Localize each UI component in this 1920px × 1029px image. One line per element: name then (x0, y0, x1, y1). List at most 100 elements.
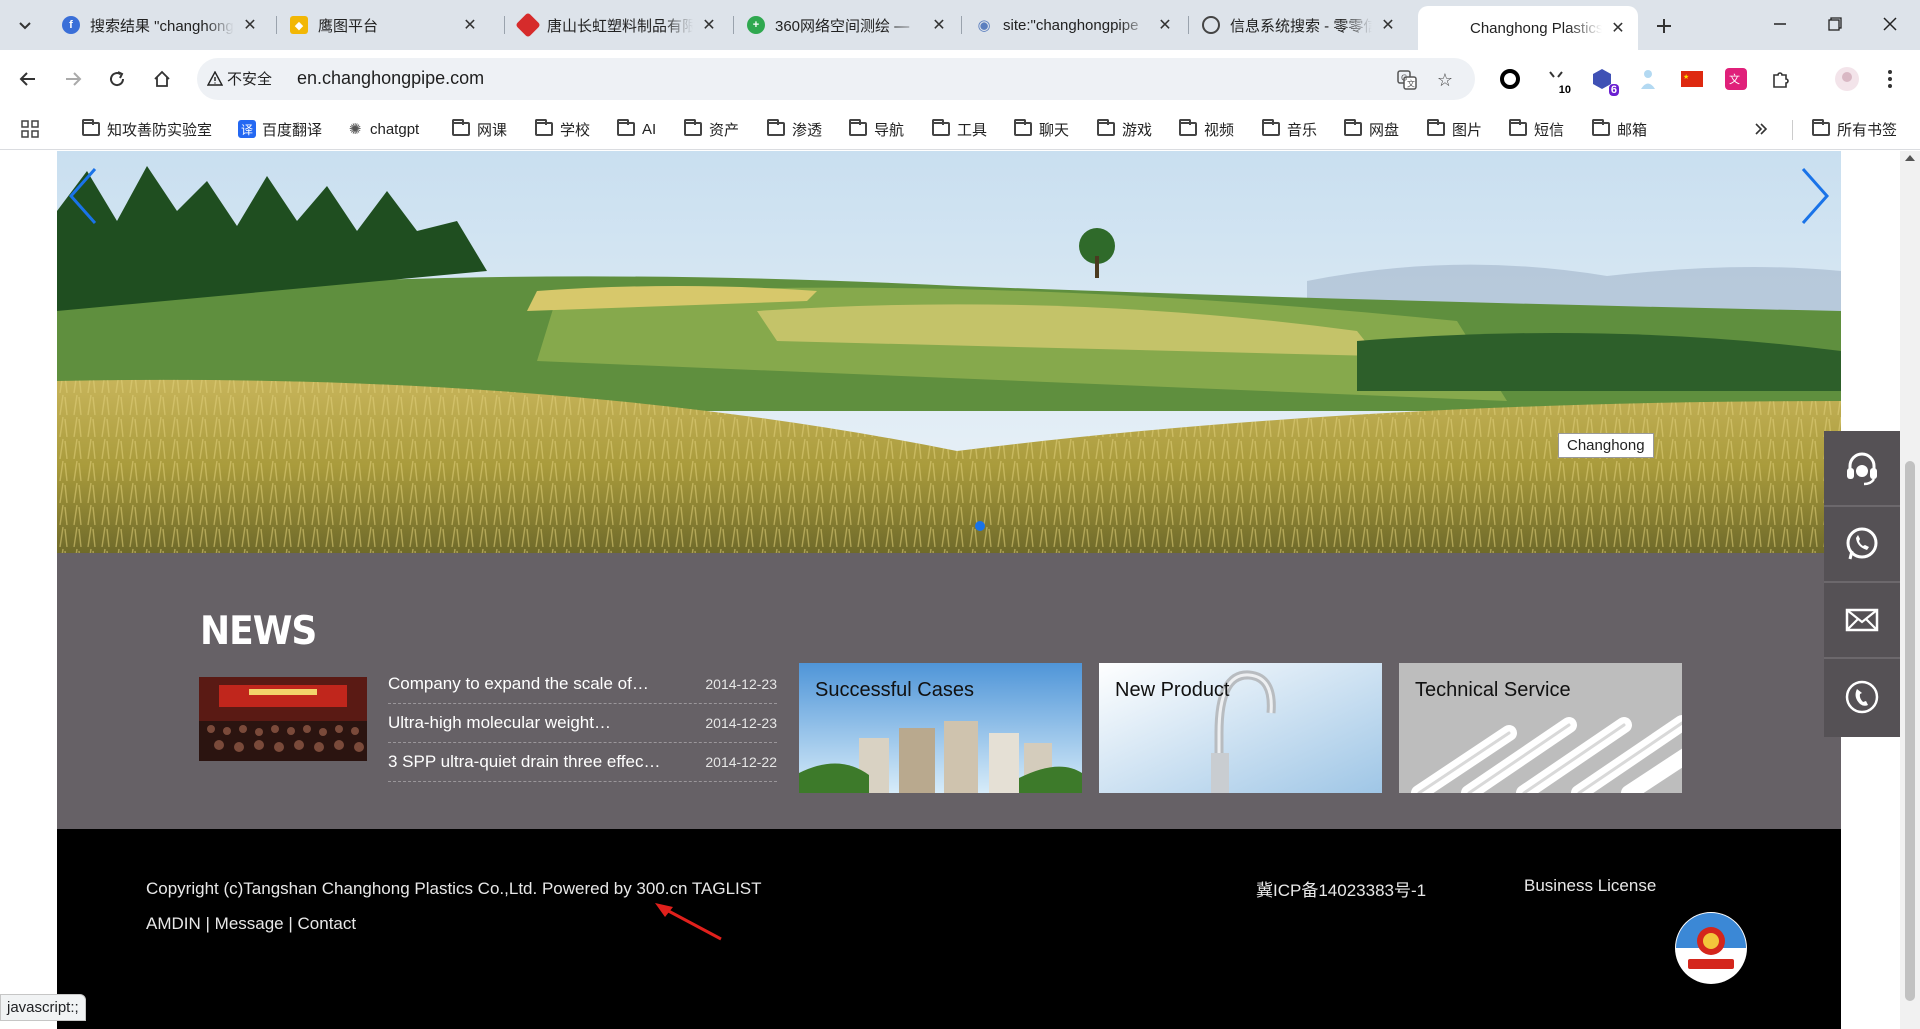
footer-link-admin[interactable]: AMDIN (146, 914, 201, 933)
browser-tab[interactable]: ◆ 鹰图平台 ✕ (278, 6, 490, 44)
folder-icon (535, 119, 553, 136)
tab-separator (504, 16, 505, 34)
browser-tab[interactable]: 信息系统搜索 - 零零信安 ✕ (1190, 6, 1408, 44)
bookmark-item[interactable]: AI (617, 116, 656, 142)
bookmark-item[interactable]: 网盘 (1344, 116, 1399, 142)
tab-search-button[interactable] (12, 12, 38, 38)
scrollbar-thumb[interactable] (1905, 461, 1915, 1001)
translate-extension-icon[interactable]: 文 (1723, 66, 1749, 92)
browser-menu-button[interactable] (1877, 66, 1903, 92)
news-title[interactable]: 3 SPP ultra-quiet drain three effec… (388, 752, 660, 772)
bookmark-label: 音乐 (1287, 121, 1318, 139)
business-license-link[interactable]: Business License (1524, 876, 1656, 896)
news-date: 2014-12-23 (705, 676, 777, 692)
bookmark-item[interactable]: 游戏 (1097, 116, 1152, 142)
bookmark-item[interactable]: 聊天 (1014, 116, 1069, 142)
home-button[interactable] (147, 64, 177, 94)
tab-close-icon[interactable]: ✕ (240, 15, 260, 35)
bookmark-label: 短信 (1534, 121, 1565, 139)
email-button[interactable] (1824, 583, 1900, 659)
bookmark-item[interactable]: 邮箱 (1592, 116, 1647, 142)
security-indicator[interactable]: 不安全 (207, 68, 272, 89)
bookmark-item[interactable]: ✺ chatgpt (346, 116, 420, 142)
news-item[interactable]: 3 SPP ultra-quiet drain three effec… 201… (388, 743, 777, 782)
address-bar[interactable]: 不安全 en.changhongpipe.com G文 ☆ (197, 58, 1475, 100)
bookmark-item[interactable]: 图片 (1427, 116, 1482, 142)
bookmarks-overflow-button[interactable] (1754, 116, 1768, 142)
phone-button[interactable] (1824, 659, 1900, 735)
browser-tab[interactable]: f 搜索结果 "changhong ✕ (50, 6, 270, 44)
bookmark-star-icon[interactable]: ☆ (1433, 68, 1457, 92)
news-item[interactable]: Company to expand the scale of… 2014-12-… (388, 665, 777, 704)
banner-next-arrow-icon[interactable] (1793, 161, 1833, 231)
bookmark-label: 知攻善防实验室 (107, 121, 213, 139)
page-scrollbar[interactable] (1900, 151, 1920, 1029)
news-date: 2014-12-23 (705, 715, 777, 731)
banner-prev-arrow-icon[interactable] (65, 161, 105, 231)
bookmark-item[interactable]: 视频 (1179, 116, 1234, 142)
bookmark-item[interactable]: 网课 (452, 116, 507, 142)
baidu-translate-icon: 译 (238, 120, 256, 138)
tab-title: 360网络空间测绘 — (775, 17, 910, 35)
avatar[interactable] (1834, 66, 1860, 92)
tab-close-icon[interactable]: ✕ (1378, 15, 1398, 35)
news-title[interactable]: Company to expand the scale of… (388, 674, 649, 694)
bookmark-item[interactable]: 短信 (1509, 116, 1564, 142)
minimize-icon (1774, 23, 1786, 25)
apps-button[interactable] (21, 116, 39, 142)
person-extension-icon[interactable] (1635, 66, 1661, 92)
news-title[interactable]: Ultra-high molecular weight… (388, 713, 611, 733)
bookmark-item[interactable]: 学校 (535, 116, 590, 142)
bookmark-item[interactable]: 知攻善防实验室 (82, 116, 212, 142)
puzzle-extension-icon[interactable] (1768, 66, 1794, 92)
browser-tab[interactable]: ◉ site:"changhongpipe ✕ (963, 6, 1185, 44)
minimize-button[interactable] (1752, 0, 1808, 48)
whatsapp-button[interactable] (1824, 507, 1900, 583)
news-item[interactable]: Ultra-high molecular weight… 2014-12-23 (388, 704, 777, 743)
icp-number[interactable]: 冀ICP备14023383号-1 (1256, 876, 1426, 901)
tab-close-icon[interactable]: ✕ (1608, 18, 1628, 38)
back-button[interactable] (13, 64, 43, 94)
new-product-tile[interactable]: New Product (1099, 663, 1382, 793)
bookmark-item[interactable]: 工具 (932, 116, 987, 142)
hexagon-extension-icon[interactable]: 6 (1589, 66, 1619, 96)
footer-link-message[interactable]: Message (215, 914, 284, 933)
bookmark-item[interactable]: 音乐 (1262, 116, 1317, 142)
business-license-seal-icon[interactable] (1674, 911, 1748, 985)
ring-extension-icon[interactable] (1497, 66, 1523, 92)
all-bookmarks-button[interactable]: 所有书签 (1812, 116, 1897, 142)
browser-tab[interactable]: 唐山长虹塑料制品有限公司 ✕ (507, 6, 729, 44)
tab-close-icon[interactable]: ✕ (460, 15, 480, 35)
browser-tab[interactable]: + 360网络空间测绘 — ✕ (735, 6, 959, 44)
svg-text:文: 文 (1407, 79, 1415, 89)
bookmark-item[interactable]: 译百度翻译 (238, 116, 322, 142)
timer-extension-icon[interactable]: 10 (1543, 66, 1573, 96)
forward-button[interactable] (58, 64, 88, 94)
more-vertical-icon (1888, 70, 1892, 88)
restore-button[interactable] (1807, 0, 1863, 48)
carousel-dot[interactable] (975, 521, 985, 531)
tab-close-icon[interactable]: ✕ (699, 15, 719, 35)
close-window-button[interactable] (1862, 0, 1918, 48)
footer-link-contact[interactable]: Contact (298, 914, 357, 933)
translate-icon[interactable]: G文 (1395, 68, 1419, 92)
reload-button[interactable] (102, 64, 132, 94)
new-tab-button[interactable] (1650, 12, 1678, 40)
technical-service-tile[interactable]: Technical Service (1399, 663, 1682, 793)
tab-separator (1188, 16, 1189, 34)
bookmark-label: 工具 (957, 121, 988, 139)
tab-close-icon[interactable]: ✕ (1155, 15, 1175, 35)
scroll-up-arrow-icon[interactable] (1905, 155, 1915, 161)
news-thumbnail[interactable] (199, 677, 367, 761)
copyright-text: Copyright (c)Tangshan Changhong Plastics… (146, 879, 762, 898)
bookmark-item[interactable]: 渗透 (767, 116, 822, 142)
url-text[interactable]: en.changhongpipe.com (297, 68, 484, 89)
bookmark-item[interactable]: 导航 (849, 116, 904, 142)
china-flag-extension-icon[interactable]: ★ (1679, 66, 1705, 92)
customer-service-button[interactable] (1824, 431, 1900, 507)
successful-cases-tile[interactable]: Successful Cases (799, 663, 1082, 793)
bookmark-item[interactable]: 资产 (684, 116, 739, 142)
bookmark-label: 所有书签 (1837, 121, 1898, 139)
browser-tab-active[interactable]: Changhong Plastics ✕ (1418, 6, 1638, 50)
tab-close-icon[interactable]: ✕ (929, 15, 949, 35)
